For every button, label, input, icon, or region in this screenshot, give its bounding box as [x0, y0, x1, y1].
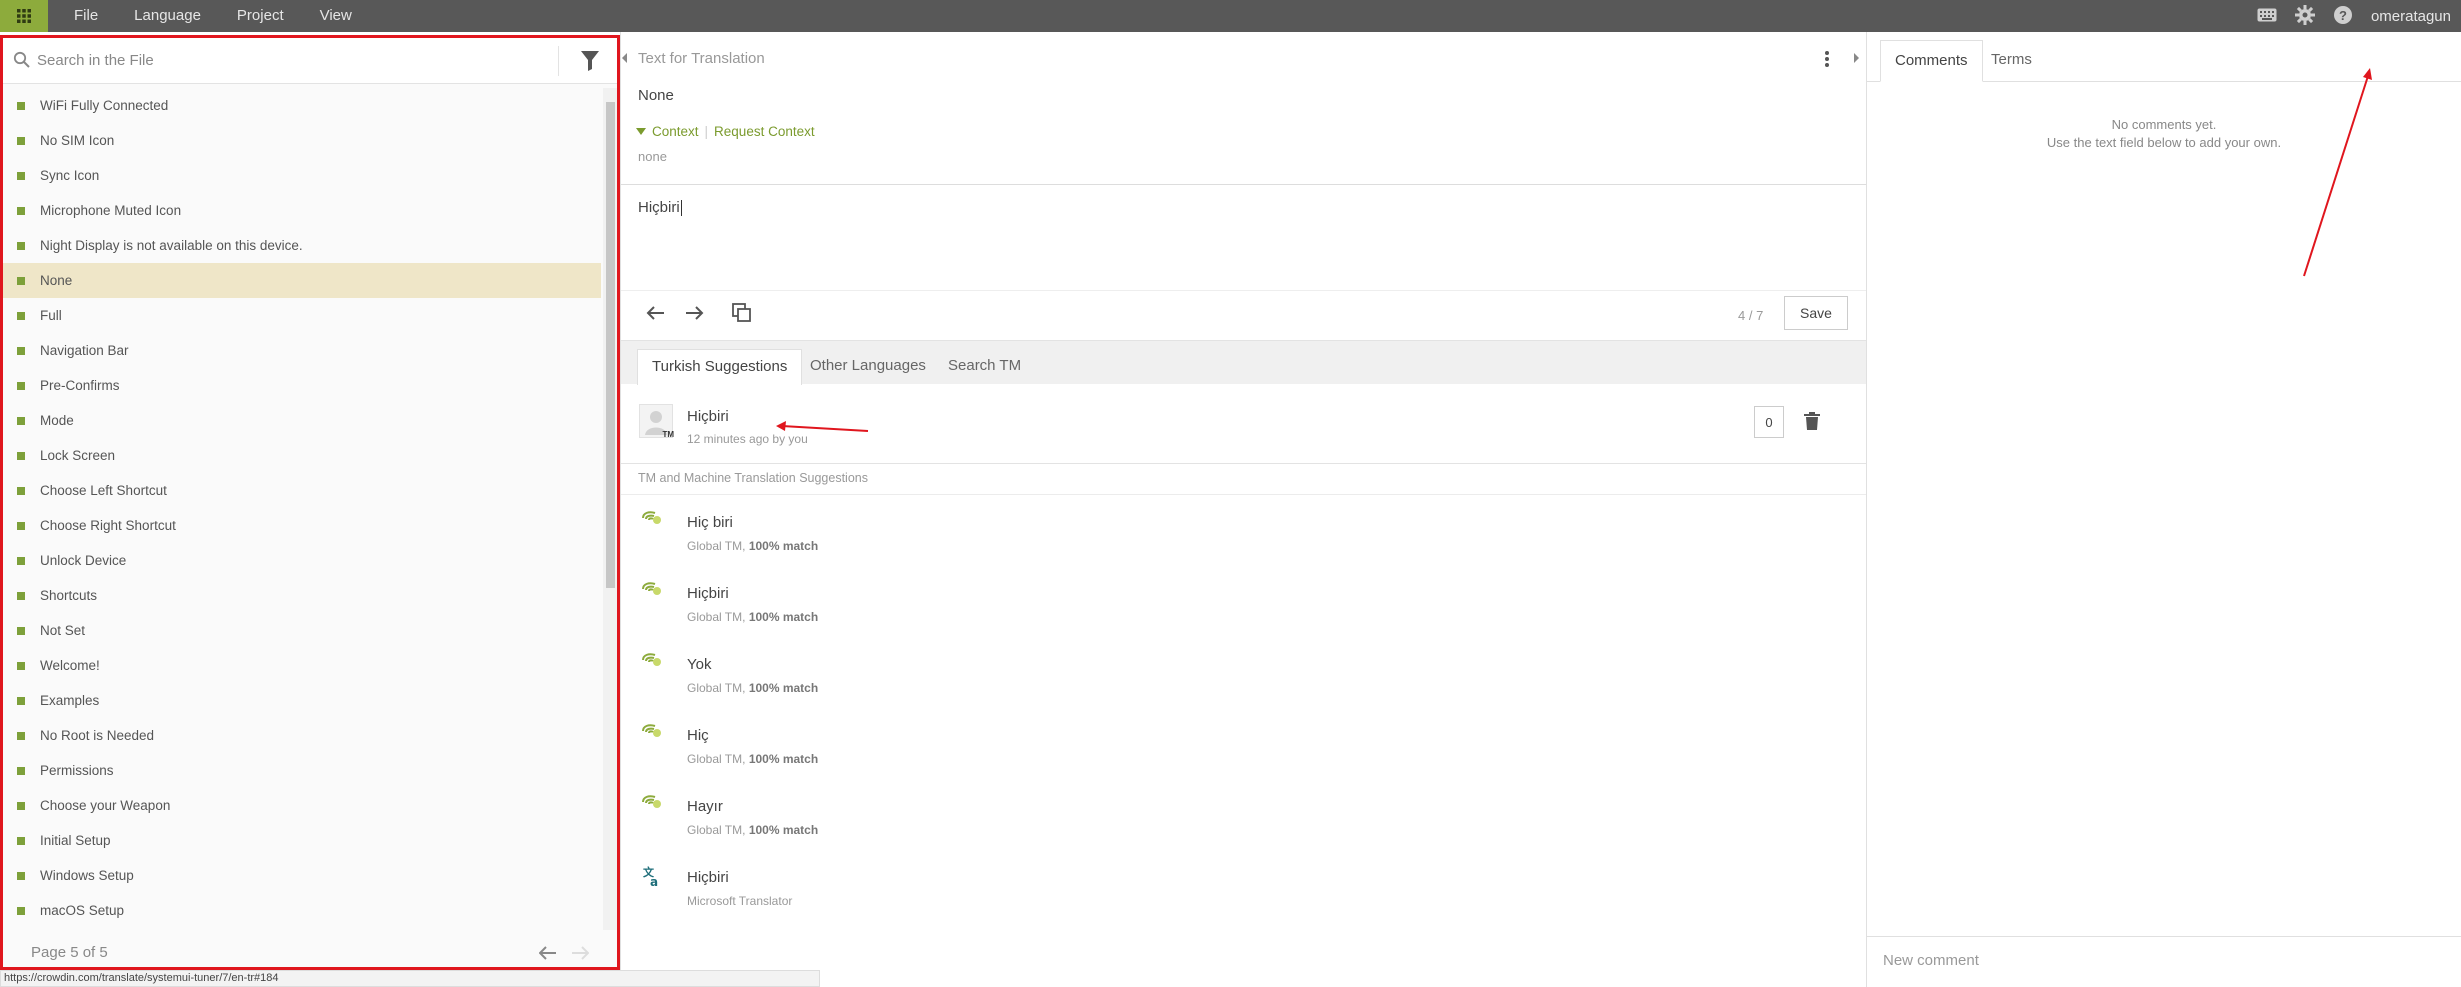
annotation-arrow-head [2363, 68, 2372, 80]
annotation-arrow-head [776, 421, 786, 431]
annotation-arrows [776, 68, 2372, 432]
annotation-arrow [781, 425, 869, 432]
annotation-arrow [2303, 75, 2369, 277]
